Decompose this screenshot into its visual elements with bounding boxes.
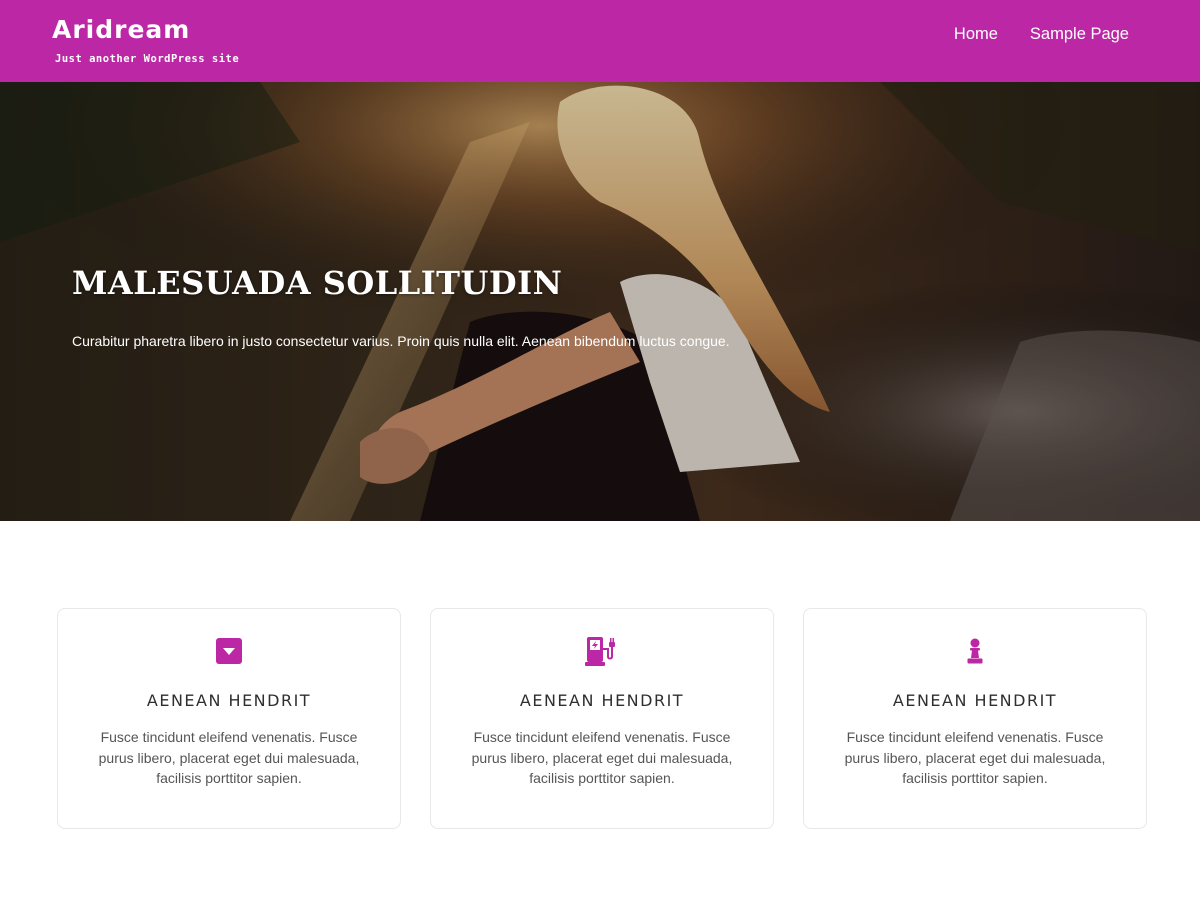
caret-square-down-icon <box>216 638 242 664</box>
main-navigation: Home Sample Page <box>954 23 1129 45</box>
hero-description: Curabitur pharetra libero in justo conse… <box>72 333 730 349</box>
feature-card-title: AENEAN HENDRIT <box>146 691 312 710</box>
chess-pawn-icon <box>967 638 983 664</box>
site-header: Aridream Just another WordPress site Hom… <box>0 0 1200 82</box>
feature-card-title: AENEAN HENDRIT <box>519 691 685 710</box>
nav-link-home[interactable]: Home <box>954 23 998 45</box>
feature-card-title: AENEAN HENDRIT <box>892 691 1058 710</box>
site-branding: Aridream Just another WordPress site <box>52 14 239 65</box>
feature-card-text: Fusce tincidunt eleifend venenatis. Fusc… <box>471 729 733 786</box>
feature-card-2: AENEAN HENDRIT Fusce tincidunt eleifend … <box>430 608 774 829</box>
feature-cards: AENEAN HENDRIT Fusce tincidunt eleifend … <box>57 608 1148 829</box>
charging-station-icon <box>585 637 615 666</box>
feature-card-text: Fusce tincidunt eleifend venenatis. Fusc… <box>844 729 1106 786</box>
feature-card-1: AENEAN HENDRIT Fusce tincidunt eleifend … <box>57 608 401 829</box>
site-tagline: Just another WordPress site <box>55 53 240 65</box>
site-title[interactable]: Aridream <box>52 14 239 46</box>
hero-title: MALESUADA SOLLITUDIN <box>72 264 563 302</box>
hero-banner: MALESUADA SOLLITUDIN Curabitur pharetra … <box>0 82 1200 521</box>
feature-card-3: AENEAN HENDRIT Fusce tincidunt eleifend … <box>803 608 1147 829</box>
feature-card-text: Fusce tincidunt eleifend venenatis. Fusc… <box>98 729 360 786</box>
nav-link-sample-page[interactable]: Sample Page <box>1030 23 1129 45</box>
